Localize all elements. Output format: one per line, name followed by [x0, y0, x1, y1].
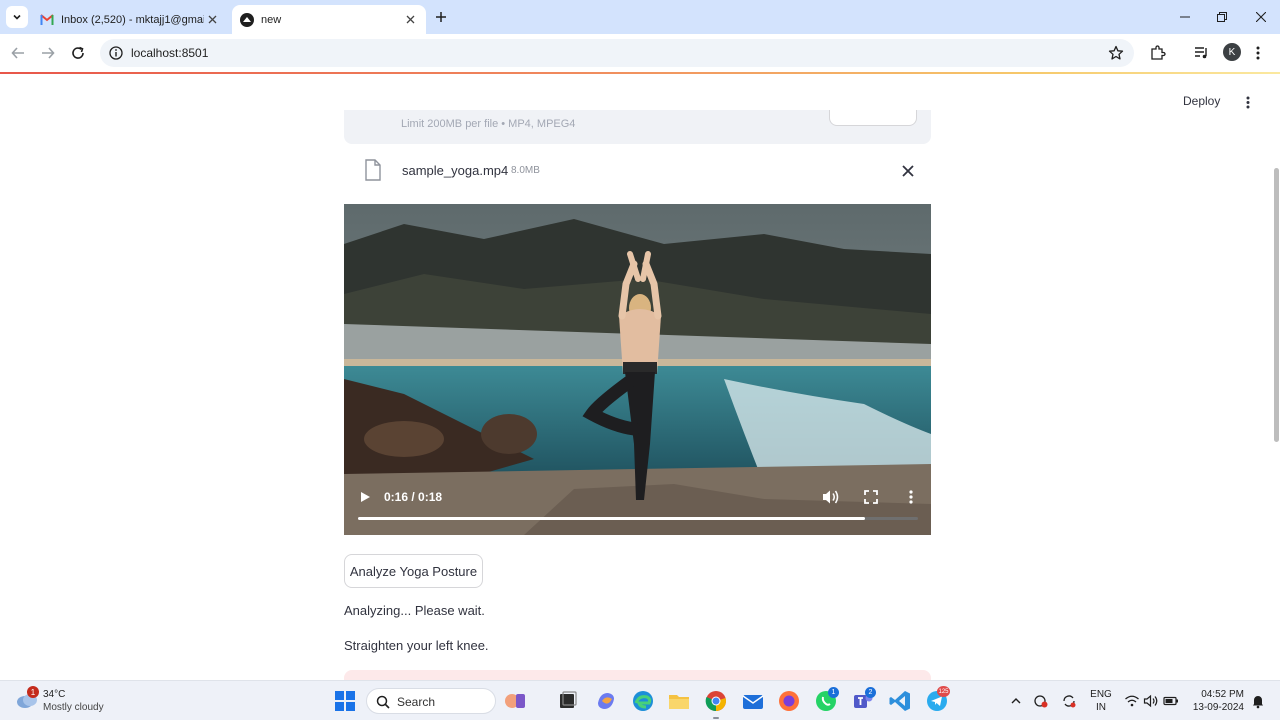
close-window-button[interactable] — [1252, 8, 1270, 26]
edge-browser-icon[interactable] — [631, 689, 655, 713]
analysis-status-text: Analyzing... Please wait. — [344, 603, 485, 618]
close-tab-icon[interactable] — [204, 12, 220, 28]
vscode-icon[interactable] — [888, 689, 912, 713]
reload-button[interactable] — [68, 43, 88, 63]
whatsapp-badge: 1 — [828, 687, 839, 698]
taskbar-search-box[interactable]: Search — [366, 688, 496, 714]
analyze-posture-button[interactable]: Analyze Yoga Posture — [344, 554, 483, 588]
restore-button[interactable] — [1213, 8, 1231, 26]
widgets-app-icon[interactable] — [503, 689, 527, 713]
arrow-right-icon — [42, 47, 55, 59]
bookmark-star-icon[interactable] — [1108, 45, 1124, 61]
plus-icon — [436, 12, 446, 22]
chevron-up-icon[interactable] — [1008, 693, 1024, 709]
browser-toolbar: localhost:8501 — [0, 34, 1280, 72]
streamlit-favicon-icon — [240, 12, 254, 27]
puzzle-icon — [1151, 45, 1166, 60]
gmail-icon — [40, 13, 54, 27]
address-text: localhost:8501 — [131, 46, 209, 60]
minimize-icon — [1180, 16, 1190, 18]
error-alert-box — [344, 670, 931, 680]
file-upload-dropzone[interactable]: Limit 200MB per file • MP4, MPEG4 — [344, 110, 931, 144]
security-shield-icon[interactable] — [1033, 693, 1049, 709]
video-time: 0:16 / 0:18 — [384, 490, 443, 504]
copilot-icon[interactable] — [594, 689, 618, 713]
video-progress-fill — [358, 517, 865, 520]
address-bar[interactable]: localhost:8501 — [100, 39, 1134, 67]
search-label: Search — [397, 695, 436, 709]
mail-icon[interactable] — [741, 689, 765, 713]
battery-icon[interactable] — [1163, 693, 1179, 709]
tab-gmail[interactable]: Inbox (2,520) - mktajj1@gmail.c — [32, 5, 228, 34]
tab-new[interactable]: new — [232, 5, 426, 34]
queue-music-icon — [1195, 47, 1207, 59]
deploy-button[interactable]: Deploy — [1183, 94, 1220, 108]
volume-icon[interactable] — [822, 489, 840, 505]
minimize-button[interactable] — [1176, 8, 1194, 26]
weather-alert-badge: 1 — [27, 686, 39, 698]
close-icon — [1256, 12, 1266, 22]
video-progress-track[interactable] — [358, 517, 918, 520]
system-clock[interactable]: 04:52 PM 13-09-2024 — [1190, 688, 1244, 714]
speaker-icon[interactable] — [1143, 693, 1159, 709]
uploaded-file-row: sample_yoga.mp4 8.0MB — [344, 156, 931, 186]
teams-badge: 2 — [865, 687, 876, 698]
wifi-icon[interactable] — [1124, 693, 1140, 709]
telegram-badge: 125 — [937, 686, 950, 697]
media-controls-button[interactable] — [1192, 43, 1212, 63]
play-icon[interactable] — [358, 490, 372, 504]
search-icon — [376, 695, 390, 709]
browser-tab-strip: Inbox (2,520) - mktajj1@gmail.c new — [0, 0, 1280, 34]
fullscreen-icon[interactable] — [863, 489, 879, 505]
chrome-menu-button[interactable] — [1248, 43, 1268, 63]
upload-limit-hint: Limit 200MB per file • MP4, MPEG4 — [401, 118, 576, 130]
weather-description[interactable]: Mostly cloudy — [43, 702, 104, 713]
posture-feedback-text: Straighten your left knee. — [344, 638, 489, 653]
video-player[interactable]: 0:16 / 0:18 — [344, 204, 931, 535]
task-view-icon[interactable] — [555, 689, 579, 713]
close-tab-icon[interactable] — [402, 12, 418, 28]
region-code: IN — [1096, 702, 1106, 713]
chrome-icon[interactable] — [704, 689, 728, 713]
clock-time: 04:52 PM — [1201, 689, 1244, 700]
reload-icon — [72, 46, 84, 59]
chevron-down-icon — [13, 14, 21, 20]
extensions-button[interactable] — [1148, 43, 1168, 63]
active-app-indicator — [713, 717, 719, 719]
firefox-icon[interactable] — [777, 689, 801, 713]
weather-temperature[interactable]: 34°C — [43, 689, 65, 700]
file-explorer-icon[interactable] — [667, 689, 691, 713]
remove-file-icon[interactable] — [901, 164, 915, 178]
sync-icon[interactable] — [1061, 693, 1077, 709]
arrow-left-icon — [11, 47, 24, 59]
browse-files-button[interactable] — [829, 110, 917, 126]
notification-bell-icon[interactable] — [1250, 693, 1266, 709]
input-language-indicator[interactable]: ENG IN — [1090, 688, 1112, 714]
language-code: ENG — [1090, 689, 1112, 700]
file-icon — [365, 159, 381, 181]
page-scrollbar[interactable] — [1274, 168, 1279, 442]
back-button[interactable] — [8, 43, 28, 63]
profile-avatar[interactable]: K — [1223, 43, 1241, 61]
streamlit-page: Deploy Limit 200MB per file • MP4, MPEG4… — [0, 74, 1280, 680]
forward-button[interactable] — [38, 43, 58, 63]
site-info-icon[interactable] — [108, 45, 124, 61]
file-size: 8.0MB — [511, 165, 540, 176]
video-controls: 0:16 / 0:18 — [344, 479, 931, 535]
windows-start-icon[interactable] — [335, 691, 355, 711]
tab-search-button[interactable] — [6, 6, 28, 28]
tab-title: new — [261, 13, 282, 26]
more-vertical-icon — [1256, 46, 1260, 60]
clock-date: 13-09-2024 — [1192, 702, 1244, 713]
restore-icon — [1217, 12, 1227, 22]
new-tab-button[interactable] — [432, 8, 450, 26]
windows-taskbar: 1 34°C Mostly cloudy Search 1 2 125 ENG … — [0, 680, 1280, 720]
file-name: sample_yoga.mp4 — [402, 163, 509, 178]
more-vertical-icon — [1246, 96, 1250, 108]
tab-title: Inbox (2,520) - mktajj1@gmail.c — [61, 13, 204, 26]
more-vertical-icon[interactable] — [904, 489, 918, 505]
main-menu-button[interactable] — [1240, 94, 1256, 110]
